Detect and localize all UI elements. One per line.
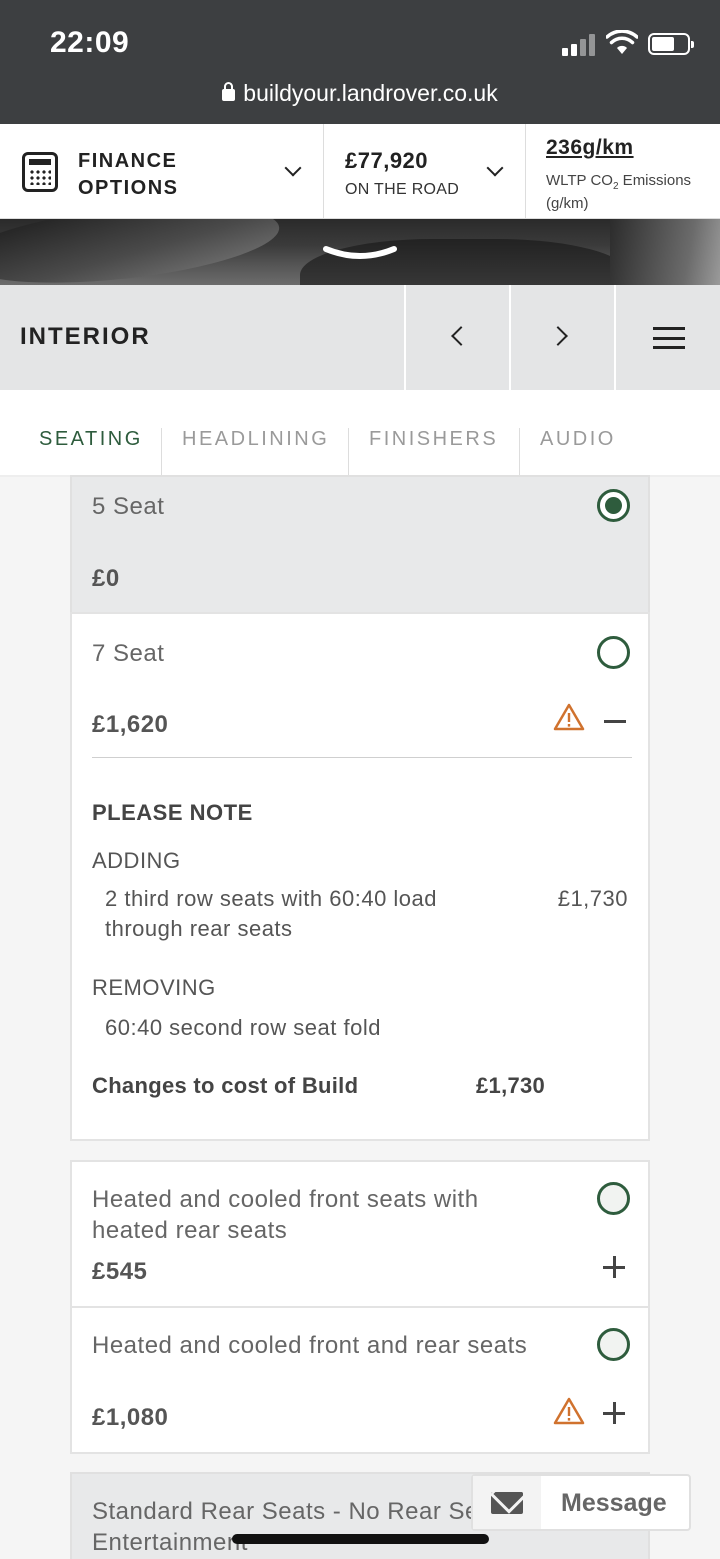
cost-change-amount: £1,730 xyxy=(476,1073,546,1098)
expand-plus-icon[interactable] xyxy=(603,1256,625,1278)
cost-change-label: Changes to cost of Build xyxy=(92,1073,359,1098)
adding-label: ADDING xyxy=(92,848,181,873)
next-section-button[interactable] xyxy=(509,285,614,390)
tab-audio[interactable]: AUDIO xyxy=(540,428,616,451)
warning-icon[interactable] xyxy=(553,1396,585,1426)
chevron-down-icon xyxy=(486,159,504,177)
finance-options-button[interactable]: FINANCE OPTIONS xyxy=(0,124,324,219)
message-label: Message xyxy=(561,1489,667,1517)
wifi-icon xyxy=(606,30,638,54)
total-price: £77,920 xyxy=(345,148,429,173)
home-indicator[interactable] xyxy=(232,1534,489,1544)
option-price: £1,080 xyxy=(92,1404,169,1431)
expand-plus-icon[interactable] xyxy=(603,1402,625,1424)
previous-section-button[interactable] xyxy=(404,285,509,390)
option-title: Heated and cooled front seats with heate… xyxy=(92,1186,479,1244)
option-card[interactable]: Heated and cooled front and rear seats £… xyxy=(70,1306,650,1454)
section-header: INTERIOR xyxy=(0,285,720,390)
address-bar[interactable]: buildyour.landrover.co.uk xyxy=(0,80,720,107)
option-price: £545 xyxy=(92,1258,148,1285)
option-title: Standard Rear Seats - No Rear Seat Enter… xyxy=(92,1498,500,1556)
summary-bar: FINANCE OPTIONS £77,920 ON THE ROAD 236g… xyxy=(0,124,720,219)
removing-label: REMOVING xyxy=(92,975,216,1000)
chevron-right-icon xyxy=(548,326,568,346)
warning-icon[interactable] xyxy=(553,702,585,732)
option-price: £1,620 xyxy=(92,711,169,738)
option-title: 7 Seat xyxy=(92,640,165,667)
option-title: Heated and cooled front and rear seats xyxy=(92,1332,528,1359)
price-dropdown[interactable]: £77,920 ON THE ROAD xyxy=(325,124,526,219)
message-chat-button[interactable]: Message xyxy=(471,1474,691,1531)
option-card[interactable]: 7 Seat £1,620 PLEASE NOTE ADDING 2 third… xyxy=(70,612,650,1141)
tab-seating[interactable]: SEATING xyxy=(39,428,143,451)
radio-unselected[interactable] xyxy=(597,636,630,669)
collapse-handle-icon[interactable] xyxy=(322,243,398,263)
emission-value[interactable]: 236g/km xyxy=(546,136,634,160)
section-title: INTERIOR xyxy=(20,323,151,350)
price-subtitle: ON THE ROAD xyxy=(345,181,460,198)
removing-item: 60:40 second row seat fold xyxy=(105,1015,381,1040)
url-text: buildyour.landrover.co.uk xyxy=(243,80,498,106)
radio-unselected[interactable] xyxy=(597,1182,630,1215)
tab-finishers[interactable]: FINISHERS xyxy=(369,428,498,451)
chevron-down-icon xyxy=(284,159,302,177)
envelope-icon xyxy=(491,1492,523,1514)
tab-headlining[interactable]: HEADLINING xyxy=(182,428,329,451)
battery-icon xyxy=(648,33,694,55)
note-heading: PLEASE NOTE xyxy=(92,800,253,825)
calculator-icon xyxy=(22,152,58,192)
status-time: 22:09 xyxy=(50,26,130,59)
chevron-left-icon xyxy=(451,326,471,346)
radio-selected[interactable] xyxy=(597,489,630,522)
adding-amount: £1,730 xyxy=(557,886,628,911)
adding-item: 2 third row seats with 60:40 load throug… xyxy=(105,886,438,941)
option-price: £0 xyxy=(92,565,120,592)
finance-options-label: FINANCE OPTIONS xyxy=(78,150,179,199)
menu-button[interactable] xyxy=(614,285,720,390)
lock-icon xyxy=(222,82,236,101)
status-bar: 22:09 buildyour.landrover.co.uk xyxy=(0,0,720,124)
option-card[interactable]: Heated and cooled front seats with heate… xyxy=(70,1160,650,1308)
category-tabs: SEATING HEADLINING FINISHERS AUDIO xyxy=(0,390,720,477)
radio-unselected[interactable] xyxy=(597,1328,630,1361)
option-card[interactable]: 5 Seat £0 xyxy=(70,475,650,614)
option-title: 5 Seat xyxy=(92,493,165,520)
hamburger-icon xyxy=(653,327,685,349)
cellular-signal-icon xyxy=(562,34,598,56)
collapse-minus-icon[interactable] xyxy=(604,720,626,723)
emissions-info[interactable]: 236g/km WLTP CO2 Emissions (g/km) xyxy=(527,124,720,219)
emission-label: WLTP CO2 Emissions (g/km) xyxy=(546,172,692,212)
